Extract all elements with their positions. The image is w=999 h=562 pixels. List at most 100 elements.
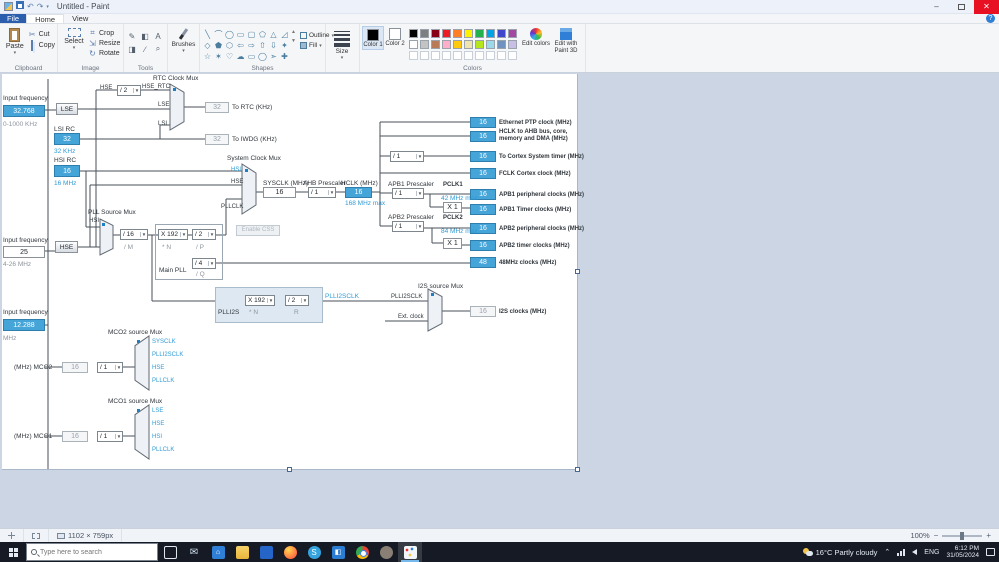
brushes-button[interactable]: Brushes ▾ <box>170 26 197 54</box>
shape-arrow-down[interactable]: ⇩ <box>268 40 279 51</box>
notification-center-icon[interactable] <box>986 548 995 556</box>
palette-swatch-#22b14c[interactable] <box>475 29 484 38</box>
shape-arrow-up[interactable]: ⇧ <box>257 40 268 51</box>
shape-rectangle[interactable]: ▭ <box>235 29 246 40</box>
qat-dropdown-icon[interactable]: ▾ <box>46 2 49 12</box>
palette-swatch-#3f48cc[interactable] <box>497 29 506 38</box>
text-tool[interactable]: A <box>152 30 164 42</box>
palette-swatch-#000000[interactable] <box>409 29 418 38</box>
shape-right-triangle[interactable]: ◿ <box>279 29 290 40</box>
palette-swatch-#ffaec9[interactable] <box>442 40 451 49</box>
palette-swatch-#efe4b0[interactable] <box>464 40 473 49</box>
maximize-button[interactable] <box>949 0 974 14</box>
taskbar-icon-task-view[interactable] <box>158 542 182 562</box>
color-picker-tool[interactable]: ∕ <box>139 43 151 55</box>
shape-pentagon[interactable]: ⬟ <box>213 40 224 51</box>
palette-swatch-empty[interactable] <box>420 51 429 60</box>
palette-swatch-empty[interactable] <box>442 51 451 60</box>
palette-swatch-empty[interactable] <box>475 51 484 60</box>
taskbar-icon-store[interactable]: ⌂ <box>206 542 230 562</box>
hidden-icons-chevron[interactable]: ⌃ <box>884 548 890 556</box>
palette-swatch-#ed1c24[interactable] <box>442 29 451 38</box>
help-icon[interactable]: ? <box>986 14 995 23</box>
shape-curve[interactable]: ⌒ <box>213 29 224 40</box>
shape-six-point-star[interactable]: ✶ <box>213 51 224 62</box>
weather-widget[interactable]: 16°C Partly cloudy <box>802 548 877 557</box>
palette-swatch-#00a2e8[interactable] <box>486 29 495 38</box>
taskbar-icon-file-explorer[interactable] <box>230 542 254 562</box>
zoom-in-button[interactable]: + <box>986 531 991 540</box>
shapes-scroll[interactable]: ▲ ▼ <box>290 26 297 44</box>
shape-triangle[interactable]: △ <box>268 29 279 40</box>
minimize-button[interactable]: – <box>924 0 949 14</box>
palette-swatch-#b97a57[interactable] <box>431 40 440 49</box>
palette-swatch-#b5e61d[interactable] <box>475 40 484 49</box>
size-button[interactable]: Size ▾ <box>328 26 356 61</box>
palette-swatch-empty[interactable] <box>431 51 440 60</box>
cut-button[interactable]: ✂ Cut <box>28 30 55 39</box>
palette-swatch-empty[interactable] <box>508 51 517 60</box>
taskbar-icon-chrome[interactable] <box>350 542 374 562</box>
canvas-resize-handle[interactable] <box>575 269 580 274</box>
pencil-tool[interactable]: ✎ <box>126 30 138 42</box>
shape-line[interactable]: ╲ <box>202 29 213 40</box>
canvas-resize-handle[interactable] <box>575 467 580 472</box>
taskbar-search[interactable] <box>26 543 158 561</box>
shape-arrow[interactable]: ➣ <box>268 51 279 62</box>
palette-swatch-#fff200[interactable] <box>464 29 473 38</box>
shape-four-point-star[interactable]: ✦ <box>279 40 290 51</box>
select-button[interactable]: Select ▾ <box>60 26 88 51</box>
magnifier-tool[interactable]: ⌕ <box>152 43 164 55</box>
palette-swatch-empty[interactable] <box>409 51 418 60</box>
color1-button[interactable]: Color 1 <box>362 26 384 50</box>
palette-swatch-#c8bfe7[interactable] <box>508 40 517 49</box>
palette-swatch-#ffffff[interactable] <box>409 40 418 49</box>
shape-hexagon[interactable]: ⬡ <box>224 40 235 51</box>
palette-swatch-#c3c3c3[interactable] <box>420 40 429 49</box>
taskbar-icon-gimp[interactable] <box>374 542 398 562</box>
tab-view[interactable]: View <box>64 14 96 23</box>
canvas-resize-handle[interactable] <box>287 467 292 472</box>
paste-button[interactable]: Paste ▾ <box>2 26 28 56</box>
taskbar-icon-mail[interactable]: ✉ <box>182 542 206 562</box>
fill-tool[interactable]: ◧ <box>139 30 151 42</box>
search-input[interactable] <box>40 548 140 556</box>
color2-button[interactable]: Color 2 <box>384 26 406 48</box>
palette-swatch-empty[interactable] <box>453 51 462 60</box>
palette-swatch-#99d9ea[interactable] <box>486 40 495 49</box>
palette-swatch-empty[interactable] <box>486 51 495 60</box>
zoom-out-button[interactable]: − <box>934 531 939 540</box>
crop-button[interactable]: ⌗ Crop <box>88 28 120 38</box>
shape-cross[interactable]: ✚ <box>279 51 290 62</box>
taskbar-icon-photos[interactable] <box>254 542 278 562</box>
shape-rectangular-callout[interactable]: ▭ <box>246 51 257 62</box>
clock-widget[interactable]: 6:12 PM 31/05/2024 <box>946 545 979 560</box>
start-button[interactable] <box>0 542 26 562</box>
zoom-slider-thumb[interactable] <box>960 531 965 540</box>
undo-button[interactable]: ↶ <box>27 2 34 12</box>
zoom-slider[interactable] <box>942 531 983 540</box>
shape-diamond[interactable]: ◇ <box>202 40 213 51</box>
taskbar-icon-vscode[interactable]: ◧ <box>326 542 350 562</box>
rotate-button[interactable]: ↻ Rotate <box>88 49 120 58</box>
palette-swatch-#880015[interactable] <box>431 29 440 38</box>
language-indicator[interactable]: ENG <box>924 549 939 556</box>
edit-colors-button[interactable]: Edit colors <box>521 26 551 48</box>
resize-button[interactable]: ⇲ Resize <box>88 39 120 48</box>
palette-swatch-#7092be[interactable] <box>497 40 506 49</box>
edit-with-paint3d-button[interactable]: Edit with Paint 3D <box>551 26 581 54</box>
palette-swatch-#ff7f27[interactable] <box>453 29 462 38</box>
shape-five-point-star[interactable]: ☆ <box>202 51 213 62</box>
palette-swatch-#a349a4[interactable] <box>508 29 517 38</box>
speaker-icon[interactable] <box>912 549 918 555</box>
shape-cloud-callout[interactable]: ☁ <box>235 51 246 62</box>
copy-button[interactable]: Copy <box>28 40 55 51</box>
taskbar-icon-paint[interactable] <box>398 542 422 562</box>
taskbar-icon-skype[interactable]: S <box>302 542 326 562</box>
shape-heart[interactable]: ♡ <box>224 51 235 62</box>
eraser-tool[interactable]: ◨ <box>126 43 138 55</box>
file-menu-button[interactable]: File <box>0 14 27 23</box>
save-button[interactable] <box>16 1 24 12</box>
palette-swatch-#ffc90e[interactable] <box>453 40 462 49</box>
paint-canvas[interactable] <box>2 74 578 470</box>
